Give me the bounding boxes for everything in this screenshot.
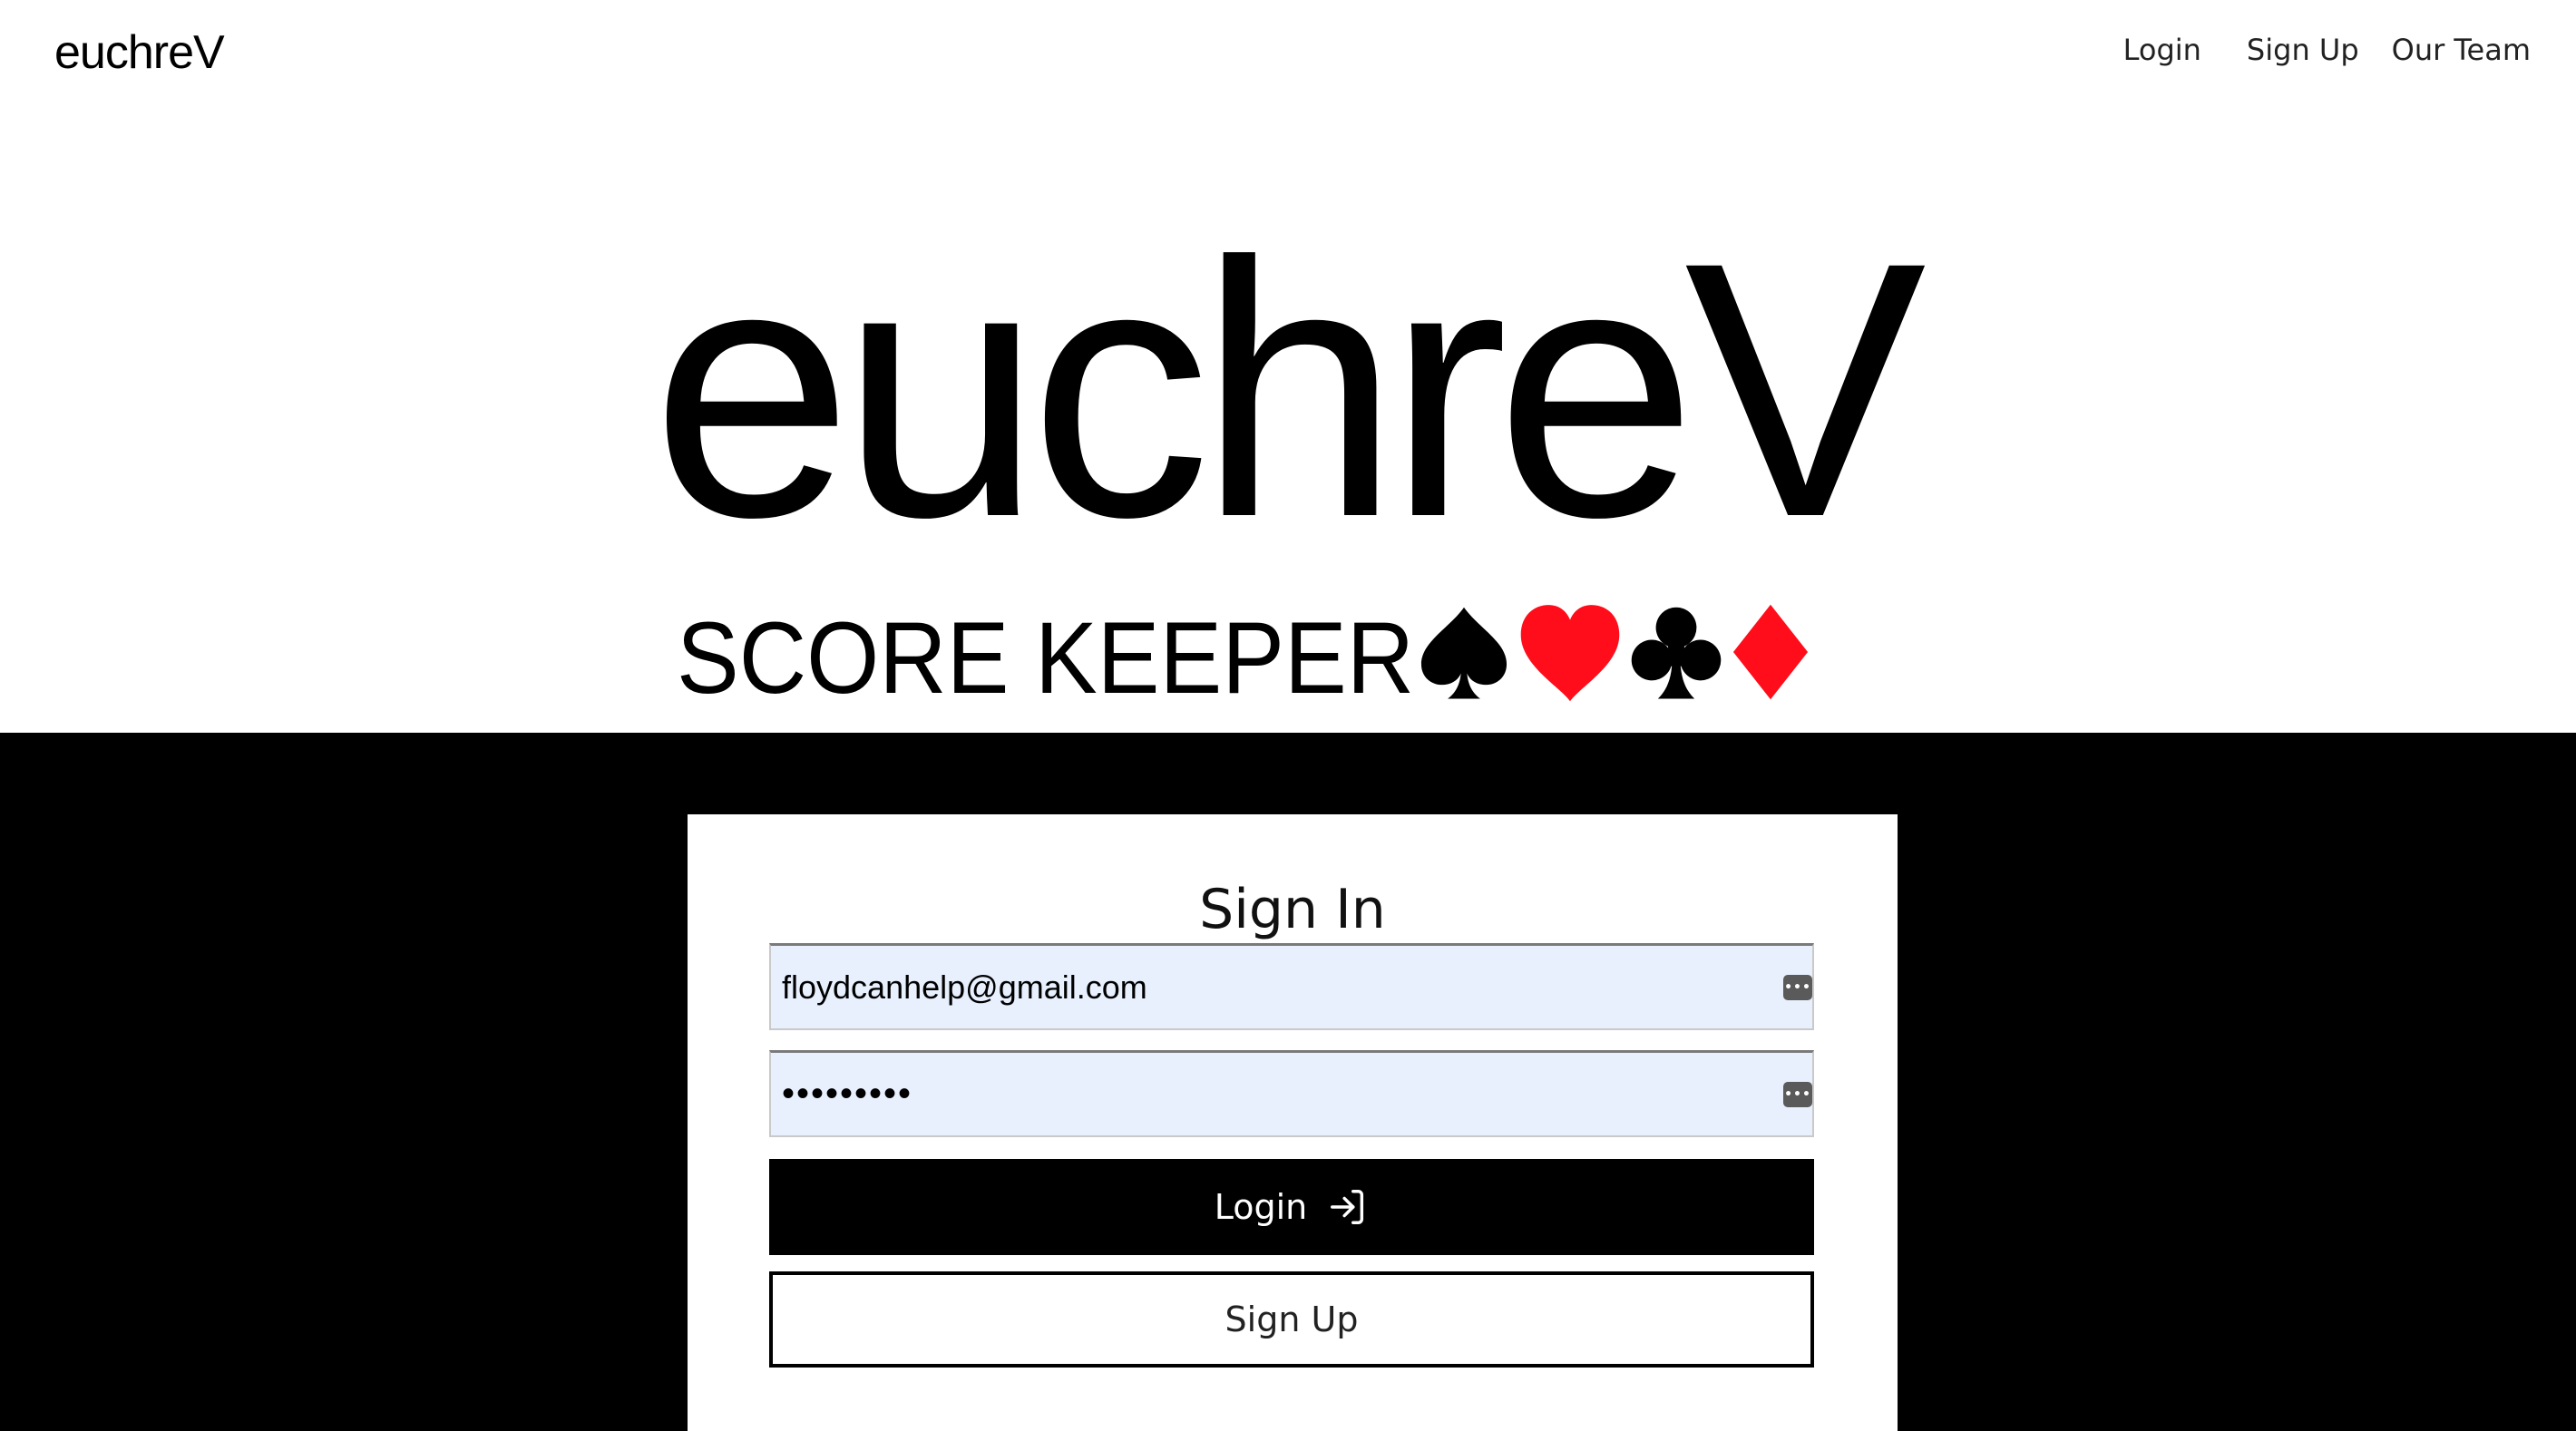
- nav-signup-link[interactable]: Sign Up: [2230, 33, 2376, 67]
- logo-wordmark: euchreV: [651, 187, 1927, 592]
- spade-icon: [1413, 601, 1515, 706]
- signup-button[interactable]: Sign Up: [769, 1271, 1814, 1368]
- nav-login-link[interactable]: Login: [2107, 33, 2218, 67]
- hero-section: euchreV SCORE KEEPER: [0, 109, 2576, 733]
- nav-links: Login Sign Up Our Team: [2107, 33, 2547, 67]
- email-input[interactable]: [771, 946, 1812, 1028]
- login-button-label: Login: [1214, 1187, 1308, 1227]
- signin-title-wrap: Sign In: [688, 878, 1898, 941]
- top-navbar: euchreV Login Sign Up Our Team: [0, 0, 2576, 109]
- password-manager-icon[interactable]: •••: [1783, 1082, 1812, 1107]
- email-field[interactable]: •••: [769, 943, 1814, 1030]
- login-button[interactable]: Login: [769, 1159, 1814, 1255]
- signin-band: Sign In ••• ••• Login: [0, 733, 2576, 1431]
- diamond-icon: [1727, 601, 1814, 706]
- club-icon: [1625, 601, 1727, 706]
- password-manager-icon[interactable]: •••: [1783, 975, 1812, 1000]
- signin-title: Sign In: [1199, 878, 1386, 941]
- login-arrow-icon: [1327, 1186, 1369, 1228]
- password-manager-dots: •••: [1784, 1087, 1811, 1102]
- signin-card: Sign In ••• ••• Login: [688, 814, 1898, 1431]
- signup-button-label: Sign Up: [1225, 1300, 1359, 1339]
- heart-icon: [1515, 599, 1625, 709]
- password-input[interactable]: [771, 1053, 1812, 1135]
- logo-subtitle: SCORE KEEPER: [677, 601, 1415, 715]
- nav-our-team-link[interactable]: Our Team: [2376, 33, 2547, 67]
- password-manager-dots: •••: [1784, 980, 1811, 995]
- card-suits: [1413, 599, 1814, 709]
- password-field[interactable]: •••: [769, 1050, 1814, 1137]
- euchrev-logo: euchreV SCORE KEEPER: [651, 209, 1939, 725]
- brand-link[interactable]: euchreV: [54, 25, 225, 80]
